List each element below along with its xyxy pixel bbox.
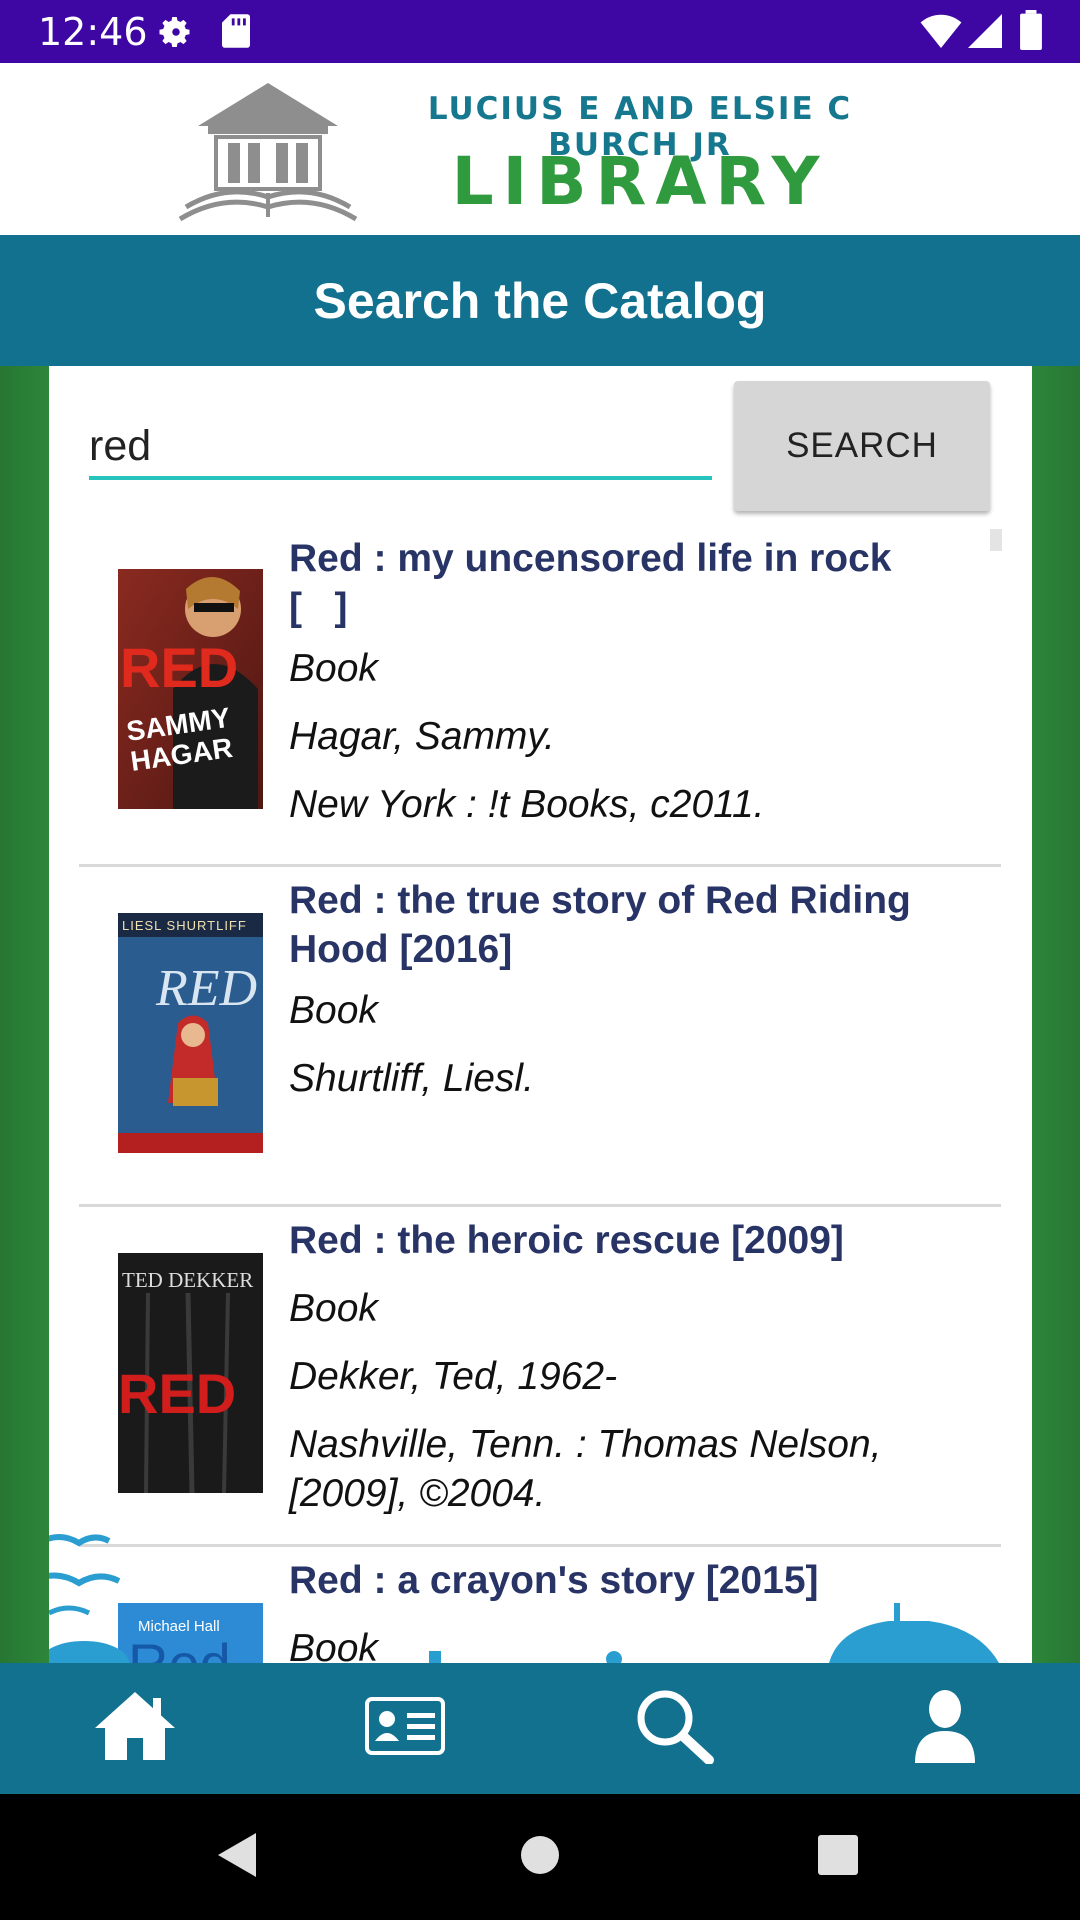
search-input[interactable] [89,416,712,480]
nav-library-card[interactable] [270,1663,540,1794]
result-author: Shurtliff, Liesl. [289,1057,534,1100]
svg-text:TED DEKKER: TED DEKKER [122,1268,253,1292]
result-item[interactable]: TED DEKKER RED Red : the heroic rescue [… [79,1206,1001,1547]
result-format: Book [289,647,378,690]
result-format: Book [289,1287,378,1330]
home-circle-icon [520,1835,560,1880]
back-icon [216,1831,260,1884]
result-title[interactable]: Red : a crayon's story [2015] [289,1556,929,1605]
page-title: Search the Catalog [313,273,767,329]
system-navigation-bar [0,1794,1080,1920]
result-format: Book [289,989,378,1032]
result-author: Hagar, Sammy. [289,715,555,758]
result-item[interactable]: Michael Hall Red Red : a crayon's story … [79,1546,1001,1663]
book-cover-image: Michael Hall Red [118,1603,263,1663]
result-title[interactable]: Red : the heroic rescue [2009] [289,1216,929,1265]
svg-text:RED: RED [118,1362,236,1425]
logo-text-library: LIBRARY [451,143,829,220]
recents-square-icon [817,1834,859,1881]
back-button[interactable] [178,1794,298,1920]
status-time: 12:46 [38,10,148,54]
library-building-icon [178,81,358,226]
search-button[interactable]: SEARCH [734,381,990,511]
result-title[interactable]: Red : my uncensored life in rock [ ] [289,534,929,632]
result-title[interactable]: Red : the true story of Red Riding Hood … [289,876,929,974]
wifi-icon [920,14,962,53]
result-publisher: Nashville, Tenn. : Thomas Nelson, [2009]… [289,1423,882,1515]
home-icon [95,1690,175,1767]
recents-button[interactable] [778,1794,898,1920]
page-header: Search the Catalog [0,235,1080,366]
sd-card-icon [222,14,250,53]
nav-account[interactable] [810,1663,1080,1794]
svg-text:LIESL SHURTLIFF: LIESL SHURTLIFF [122,918,247,933]
nav-home[interactable] [0,1663,270,1794]
result-item[interactable]: RED SAMMY HAGAR Red : my uncensored life… [79,534,1001,867]
home-system-button[interactable] [480,1794,600,1920]
book-cover-image: RED SAMMY HAGAR [118,569,263,809]
battery-icon [1020,10,1042,55]
result-publisher: New York : !t Books, c2011. [289,783,765,826]
bottom-navigation [0,1663,1080,1794]
search-panel: SEARCH RED SAMMY HAGAR Red : my uncensor… [49,366,1032,1663]
status-bar: 12:46 [0,0,1080,63]
book-cover-image: TED DEKKER RED [118,1253,263,1494]
book-cover-image: LIESL SHURTLIFF RED [118,913,263,1153]
signal-icon [968,14,1002,53]
svg-text:Red: Red [128,1632,231,1663]
result-format: Book [289,1627,378,1663]
result-item[interactable]: LIESL SHURTLIFF RED Red : the true story… [79,866,1001,1207]
account-icon [913,1689,977,1768]
settings-icon [158,14,194,55]
nav-search[interactable] [540,1663,810,1794]
search-icon [635,1688,715,1769]
svg-text:RED: RED [120,636,238,699]
library-card-icon [365,1697,445,1760]
library-logo-header: LUCIUS E AND ELSIE C BURCH JR LIBRARY [0,63,1080,235]
svg-text:RED: RED [155,960,257,1017]
result-author: Dekker, Ted, 1962- [289,1355,618,1398]
